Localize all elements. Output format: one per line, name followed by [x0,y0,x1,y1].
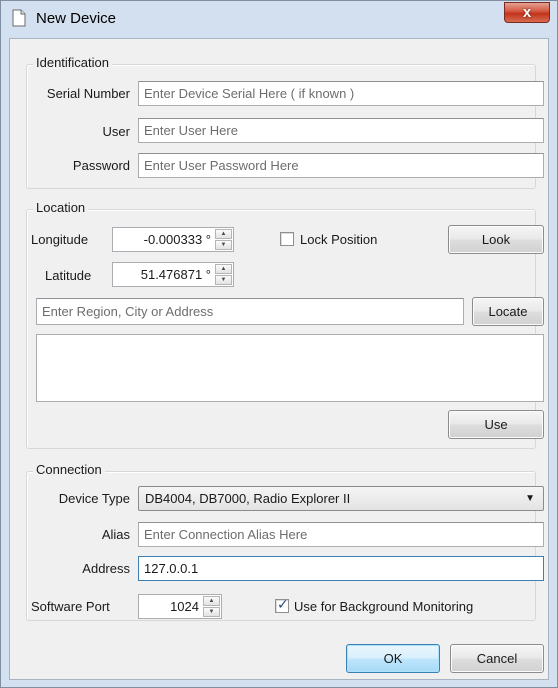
longitude-spinbox[interactable]: -0.000333 ° ▲ ▼ [112,227,234,252]
spin-down-icon[interactable]: ▼ [215,275,232,285]
address-input[interactable]: 127.0.0.1 [138,556,544,581]
software-port-label: Software Port [31,599,110,614]
password-input[interactable]: Enter User Password Here [138,153,544,178]
latitude-spin-arrows[interactable]: ▲ ▼ [215,264,232,285]
spin-up-icon[interactable]: ▲ [203,596,220,606]
title-bar[interactable]: New Device x [1,1,557,35]
device-type-label: Device Type [58,491,130,506]
cancel-button[interactable]: Cancel [450,644,544,673]
port-spin-arrows[interactable]: ▲ ▼ [203,596,220,617]
document-icon [12,9,26,27]
spin-up-icon[interactable]: ▲ [215,229,232,239]
serial-number-label: Serial Number [46,86,130,101]
longitude-spin-arrows[interactable]: ▲ ▼ [215,229,232,250]
window-title: New Device [36,10,117,27]
connection-title: Connection [33,462,105,477]
use-button[interactable]: Use [448,410,544,439]
device-type-select[interactable]: DB4004, DB7000, Radio Explorer II ▼ [138,486,544,511]
close-button[interactable]: x [504,2,550,23]
device-type-value: DB4004, DB7000, Radio Explorer II [145,491,351,506]
serial-number-input[interactable]: Enter Device Serial Here ( if known ) [138,81,544,106]
background-monitoring-label[interactable]: Use for Background Monitoring [294,599,473,614]
dialog-body: Identification Serial Number Enter Devic… [9,38,549,680]
locate-button[interactable]: Locate [472,297,544,326]
spin-up-icon[interactable]: ▲ [215,264,232,274]
software-port-spinbox[interactable]: 1024 ▲ ▼ [138,594,222,619]
address-search-input[interactable]: Enter Region, City or Address [36,298,464,325]
alias-input[interactable]: Enter Connection Alias Here [138,522,544,547]
software-port-value: 1024 [170,599,199,614]
dropdown-arrow-icon[interactable]: ▼ [525,487,535,510]
ok-button[interactable]: OK [346,644,440,673]
identification-title: Identification [33,55,112,70]
location-results-list[interactable] [36,334,544,402]
lock-position-label[interactable]: Lock Position [300,232,377,247]
checkmark-icon: ✓ [277,596,289,612]
user-label: User [102,124,130,139]
latitude-label: Latitude [45,268,92,283]
user-input[interactable]: Enter User Here [138,118,544,143]
longitude-value: -0.000333 ° [143,232,211,247]
location-title: Location [33,200,89,215]
longitude-label: Longitude [31,232,89,247]
spin-down-icon[interactable]: ▼ [215,240,232,250]
address-label: Address [82,561,130,576]
look-button[interactable]: Look [448,225,544,254]
latitude-spinbox[interactable]: 51.476871 ° ▲ ▼ [112,262,234,287]
alias-label: Alias [101,527,130,542]
spin-down-icon[interactable]: ▼ [203,607,220,617]
lock-position-checkbox[interactable] [280,232,294,246]
background-monitoring-checkbox[interactable]: ✓ [275,596,289,613]
password-label: Password [72,158,130,173]
latitude-value: 51.476871 ° [140,267,211,282]
new-device-dialog: New Device x Identification Serial Numbe… [0,0,558,688]
